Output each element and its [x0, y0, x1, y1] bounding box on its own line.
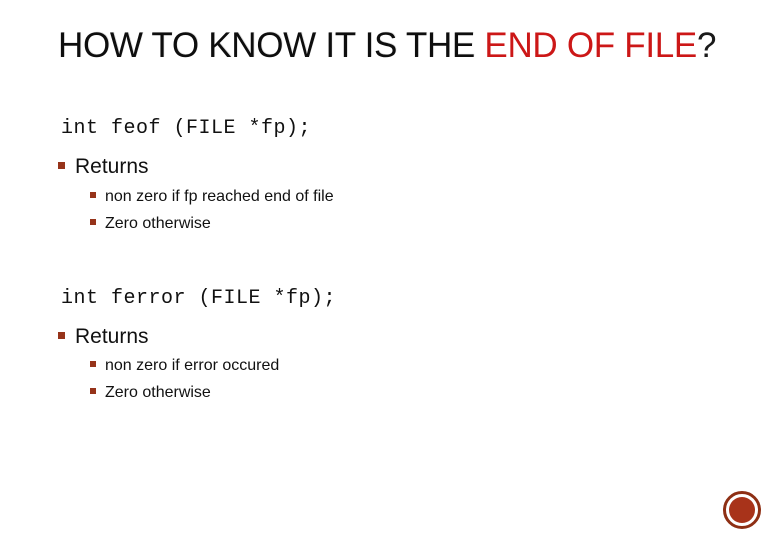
- bullet-label: Returns: [75, 325, 149, 348]
- bullet-square-icon: [58, 162, 65, 169]
- bullet-square-icon: [90, 361, 96, 367]
- bullet-label: Returns: [75, 155, 149, 178]
- bullet-returns-ferror: Returns: [58, 324, 149, 350]
- bullet-square-icon: [90, 388, 96, 394]
- title-trailing-text: ?: [696, 26, 717, 65]
- slide-canvas: HOW TO KNOW IT IS THE END OF FILE? int f…: [0, 0, 780, 540]
- bullet-square-icon: [58, 332, 65, 339]
- bullet-returns-feof: Returns: [58, 154, 149, 180]
- sub-bullet-feof-zero: Zero otherwise: [90, 213, 211, 234]
- title-highlight-text: END OF FILE: [484, 26, 697, 65]
- sub-bullet-feof-nonzero: non zero if fp reached end of file: [90, 186, 334, 207]
- sub-bullet-label: non zero if error occured: [105, 357, 280, 374]
- code-signature-ferror: int ferror (FILE *fp);: [61, 287, 337, 310]
- circle-mark-icon: [723, 491, 761, 529]
- title-lead-text: HOW TO KNOW IT IS THE: [58, 26, 485, 65]
- sub-bullet-ferror-zero: Zero otherwise: [90, 382, 211, 403]
- code-signature-feof: int feof (FILE *fp);: [61, 117, 312, 140]
- circle-mark-fill-icon: [729, 497, 755, 523]
- bullet-square-icon: [90, 219, 96, 225]
- slide-title: HOW TO KNOW IT IS THE END OF FILE?: [58, 24, 758, 68]
- bullet-square-icon: [90, 192, 96, 198]
- sub-bullet-label: non zero if fp reached end of file: [105, 188, 334, 205]
- sub-bullet-label: Zero otherwise: [105, 215, 211, 232]
- sub-bullet-label: Zero otherwise: [105, 384, 211, 401]
- sub-bullet-ferror-nonzero: non zero if error occured: [90, 355, 279, 376]
